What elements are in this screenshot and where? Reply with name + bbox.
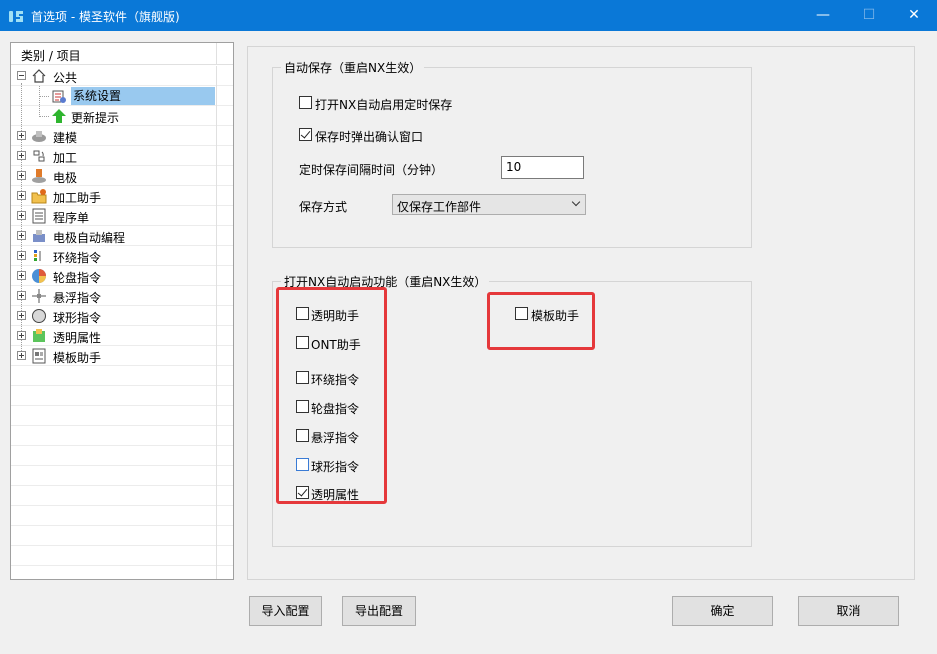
- electrode-auto-icon: [33, 230, 45, 242]
- tree-item-label: 电极: [53, 171, 78, 185]
- expand-icon[interactable]: [17, 171, 26, 180]
- chevron-down-icon: [571, 197, 581, 207]
- tree-item-update[interactable]: 更新提示: [11, 106, 233, 126]
- home-icon: [32, 69, 46, 83]
- tree-item-template[interactable]: 模板助手: [11, 346, 233, 366]
- expand-icon[interactable]: [17, 351, 26, 360]
- window-title: 首选项 - 模圣软件（旗舰版): [31, 10, 180, 24]
- tree-item-transparent[interactable]: 透明属性: [11, 326, 233, 346]
- folder-assist-icon: [31, 189, 47, 204]
- arrow-up-icon: [52, 109, 66, 123]
- save-mode-select[interactable]: 仅保存工作部件: [392, 194, 586, 215]
- save-mode-value: 仅保存工作部件: [397, 200, 482, 214]
- tree-item-label: 球形指令: [53, 311, 102, 325]
- minimize-button[interactable]: —: [800, 0, 846, 31]
- tree-item-label: 公共: [53, 71, 78, 85]
- expand-icon[interactable]: [17, 191, 26, 200]
- title-bar: 首选项 - 模圣软件（旗舰版) — ☐ ✕: [0, 0, 937, 31]
- expand-icon[interactable]: [17, 131, 26, 140]
- ok-button[interactable]: 确定: [672, 596, 773, 626]
- electrode-icon: [32, 169, 46, 183]
- float-icon: [32, 289, 46, 303]
- tree-item-program-sheet[interactable]: 程序单: [11, 206, 233, 226]
- tree-item-label: 模板助手: [53, 351, 102, 365]
- import-config-button[interactable]: 导入配置: [249, 596, 322, 626]
- tree-item-electrode[interactable]: 电极: [11, 166, 233, 186]
- tree-item-label: 加工: [53, 151, 78, 165]
- expand-icon[interactable]: [17, 211, 26, 220]
- settings-icon: [52, 90, 66, 103]
- tree-item-electrode-auto[interactable]: 电极自动编程: [11, 226, 233, 246]
- expand-icon[interactable]: [17, 331, 26, 340]
- cancel-button[interactable]: 取消: [798, 596, 899, 626]
- tree-item-modeling[interactable]: 建模: [11, 126, 233, 146]
- wheel-icon: [32, 269, 46, 283]
- enable-timer-label: 打开NX自动启用定时保存: [315, 98, 453, 112]
- tree-header-label: 类别 / 项目: [21, 49, 81, 63]
- tree-item-machining[interactable]: 加工: [11, 146, 233, 166]
- tree-item-float[interactable]: 悬浮指令: [11, 286, 233, 306]
- tree-item-common[interactable]: 公共: [11, 66, 233, 86]
- app-logo-icon: [9, 11, 23, 22]
- interval-label: 定时保存间隔时间（分钟）: [299, 163, 444, 177]
- export-config-button[interactable]: 导出配置: [342, 596, 416, 626]
- highlight-box: [276, 287, 387, 504]
- surround-icon: [34, 250, 41, 261]
- expand-icon[interactable]: [17, 271, 26, 280]
- tree-item-label: 系统设置: [71, 87, 215, 105]
- tree-item-surround[interactable]: 环绕指令: [11, 246, 233, 266]
- tree-item-label: 加工助手: [53, 191, 102, 205]
- machining-icon: [33, 150, 45, 162]
- sphere-icon: [32, 309, 46, 323]
- tree-item-label: 环绕指令: [53, 251, 102, 265]
- collapse-icon[interactable]: [17, 71, 26, 80]
- expand-icon[interactable]: [17, 291, 26, 300]
- tree-item-label: 程序单: [53, 211, 90, 225]
- tree-item-label: 电极自动编程: [53, 231, 126, 245]
- modeling-icon: [32, 131, 46, 142]
- category-tree[interactable]: 类别 / 项目 公共 系统设置 更新提示 建模 加工 电极 加工助手 程序单 电…: [10, 42, 234, 580]
- program-sheet-icon: [32, 208, 46, 224]
- tree-item-label: 轮盘指令: [53, 271, 102, 285]
- tree-item-label: 更新提示: [71, 111, 120, 125]
- expand-icon[interactable]: [17, 311, 26, 320]
- tree-item-label: 悬浮指令: [53, 291, 102, 305]
- confirm-popup-checkbox[interactable]: [299, 128, 312, 141]
- tree-item-label: 建模: [53, 131, 78, 145]
- tree-item-wheel[interactable]: 轮盘指令: [11, 266, 233, 286]
- maximize-button[interactable]: ☐: [846, 0, 892, 31]
- close-button[interactable]: ✕: [891, 0, 937, 31]
- expand-icon[interactable]: [17, 231, 26, 240]
- tree-item-label: 透明属性: [53, 331, 102, 345]
- expand-icon[interactable]: [17, 151, 26, 160]
- save-mode-label: 保存方式: [299, 200, 348, 214]
- autosave-group-title: 自动保存（重启NX生效）: [281, 59, 425, 76]
- expand-icon[interactable]: [17, 251, 26, 260]
- tree-item-system-settings[interactable]: 系统设置: [11, 86, 233, 106]
- confirm-popup-label: 保存时弹出确认窗口: [315, 130, 424, 144]
- transparent-icon: [33, 329, 45, 342]
- tree-header: 类别 / 项目: [11, 43, 233, 65]
- tree-item-machining-assistant[interactable]: 加工助手: [11, 186, 233, 206]
- enable-timer-checkbox[interactable]: [299, 96, 312, 109]
- interval-input[interactable]: 10: [501, 156, 584, 179]
- highlight-box: [487, 292, 595, 350]
- template-icon: [32, 348, 46, 364]
- tree-item-sphere[interactable]: 球形指令: [11, 306, 233, 326]
